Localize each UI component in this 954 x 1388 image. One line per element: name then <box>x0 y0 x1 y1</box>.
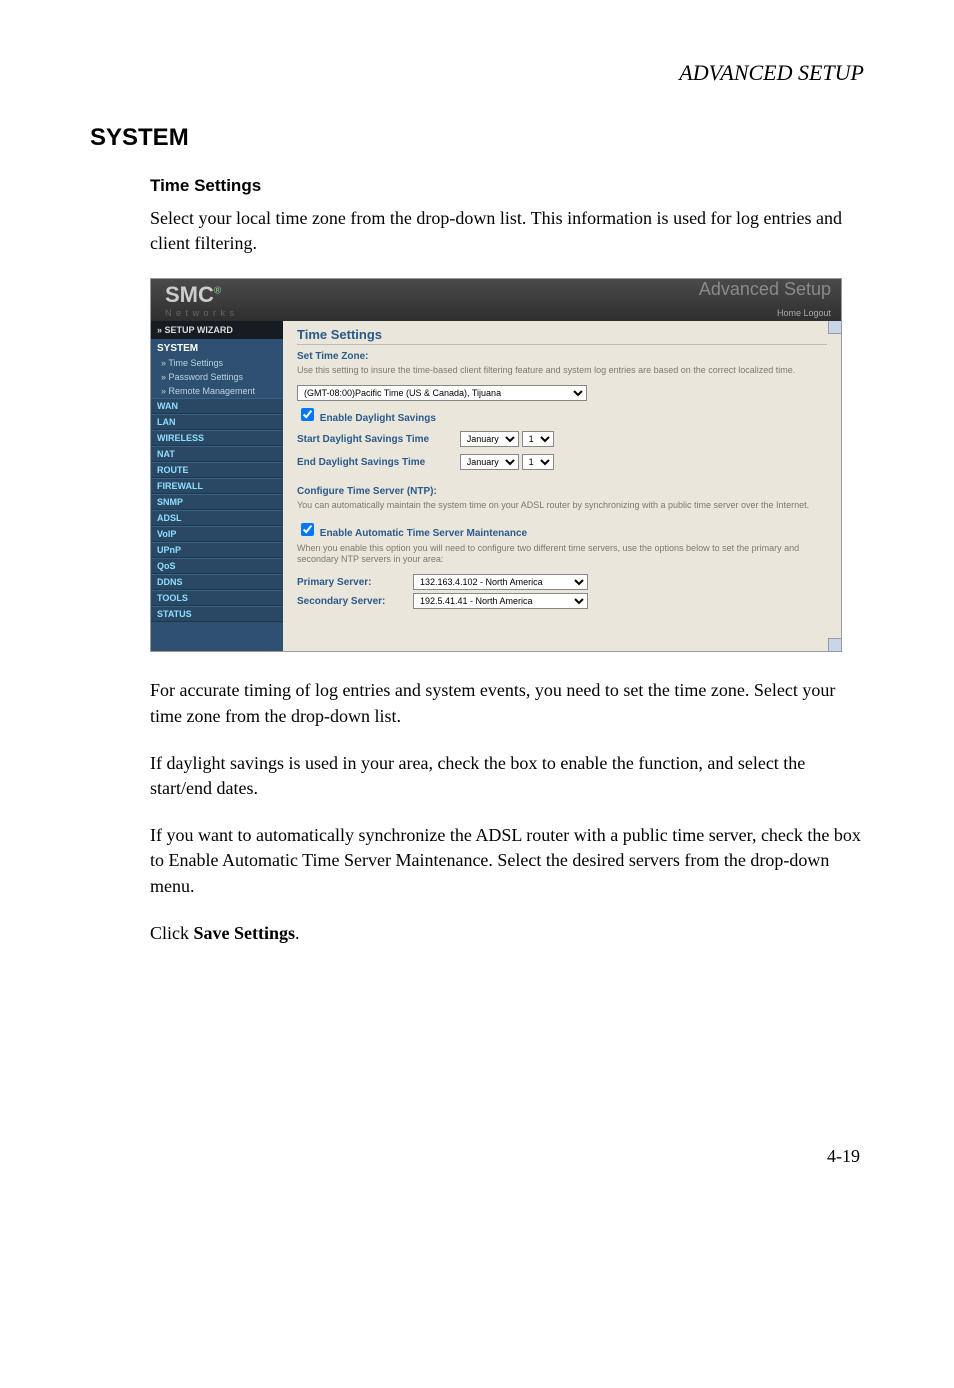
set-time-zone-label: Set Time Zone: <box>297 351 827 362</box>
enable-ntp-checkbox[interactable] <box>301 523 314 536</box>
sidebar-item-time-settings[interactable]: » Time Settings <box>151 356 283 370</box>
figure-title-area: Advanced Setup Home Logout <box>699 279 831 321</box>
ntp-hint: You can automatically maintain the syste… <box>297 500 827 512</box>
sidebar-item-voip[interactable]: VoIP <box>151 526 283 542</box>
figure-header: SMC® N e t w o r k s Advanced Setup Home… <box>151 279 841 321</box>
sidebar-setup-wizard[interactable]: » SETUP WIZARD <box>151 321 283 339</box>
end-day-select[interactable]: 1 <box>522 454 554 470</box>
tz-hint: Use this setting to insure the time-base… <box>297 365 827 377</box>
sidebar-item-qos[interactable]: QoS <box>151 558 283 574</box>
end-month-select[interactable]: January <box>460 454 519 470</box>
subsection-heading: Time Settings <box>150 176 864 196</box>
page-number: 4-19 <box>90 1146 864 1167</box>
para-ntp: If you want to automatically synchronize… <box>150 823 864 899</box>
enable-dst-label: Enable Daylight Savings <box>320 413 436 424</box>
sidebar-item-status[interactable]: STATUS <box>151 606 283 622</box>
smc-logo: SMC® <box>165 282 221 307</box>
sidebar-item-route[interactable]: ROUTE <box>151 462 283 478</box>
panel-title: Time Settings <box>297 327 827 345</box>
intro-paragraph: Select your local time zone from the dro… <box>150 206 864 256</box>
ntp-config-label: Configure Time Server (NTP): <box>297 486 827 497</box>
router-screenshot: SMC® N e t w o r k s Advanced Setup Home… <box>150 278 842 652</box>
secondary-server-select[interactable]: 192.5.41.41 - North America <box>413 593 588 609</box>
sidebar: » SETUP WIZARD SYSTEM » Time Settings » … <box>151 321 283 651</box>
page-header: ADVANCED SETUP <box>90 60 864 86</box>
enable-dst-checkbox[interactable] <box>301 408 314 421</box>
sidebar-item-ddns[interactable]: DDNS <box>151 574 283 590</box>
end-dst-label: End Daylight Savings Time <box>297 457 457 468</box>
main-panel: Time Settings Set Time Zone: Use this se… <box>283 321 841 651</box>
scroll-down-icon[interactable] <box>828 638 841 651</box>
start-month-select[interactable]: January <box>460 431 519 447</box>
figure-title: Advanced Setup <box>699 279 831 299</box>
sidebar-item-tools[interactable]: TOOLS <box>151 590 283 606</box>
smc-logo-sub: N e t w o r k s <box>165 308 235 318</box>
ntp-hint2: When you enable this option you will nee… <box>297 543 827 566</box>
sidebar-item-remote-management[interactable]: » Remote Management <box>151 384 283 398</box>
sidebar-group-system[interactable]: SYSTEM <box>151 339 283 356</box>
start-day-select[interactable]: 1 <box>522 431 554 447</box>
sidebar-item-firewall[interactable]: FIREWALL <box>151 478 283 494</box>
figure-links[interactable]: Home Logout <box>777 308 831 318</box>
sidebar-item-wan[interactable]: WAN <box>151 398 283 414</box>
primary-server-select[interactable]: 132.163.4.102 - North America <box>413 574 588 590</box>
scroll-up-icon[interactable] <box>828 321 841 334</box>
secondary-server-label: Secondary Server: <box>297 596 407 607</box>
sidebar-item-password-settings[interactable]: » Password Settings <box>151 370 283 384</box>
sidebar-item-snmp[interactable]: SNMP <box>151 494 283 510</box>
para-save: Click Save Settings. <box>150 921 864 946</box>
sidebar-item-upnp[interactable]: UPnP <box>151 542 283 558</box>
para-dst: If daylight savings is used in your area… <box>150 751 864 801</box>
sidebar-item-lan[interactable]: LAN <box>151 414 283 430</box>
timezone-select[interactable]: (GMT-08:00)Pacific Time (US & Canada), T… <box>297 385 587 401</box>
start-dst-label: Start Daylight Savings Time <box>297 434 457 445</box>
primary-server-label: Primary Server: <box>297 577 407 588</box>
sidebar-item-nat[interactable]: NAT <box>151 446 283 462</box>
sidebar-item-wireless[interactable]: WIRELESS <box>151 430 283 446</box>
section-heading: SYSTEM <box>90 124 864 152</box>
para-accurate: For accurate timing of log entries and s… <box>150 678 864 728</box>
sidebar-item-adsl[interactable]: ADSL <box>151 510 283 526</box>
enable-ntp-label: Enable Automatic Time Server Maintenance <box>320 528 527 539</box>
